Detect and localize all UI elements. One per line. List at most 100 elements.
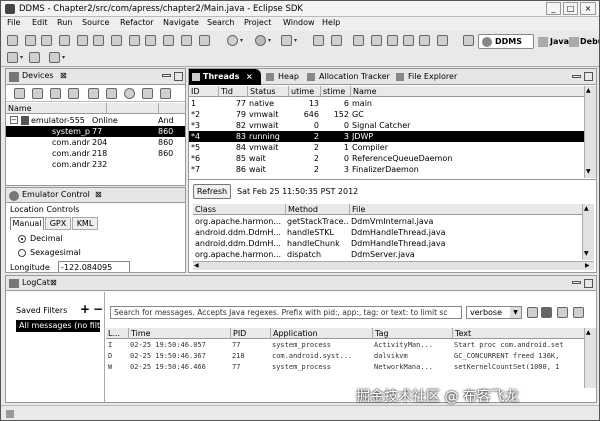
new-class-icon[interactable] <box>145 35 156 46</box>
stop-process-icon[interactable] <box>124 88 135 99</box>
col-tid[interactable]: Tid <box>218 86 247 97</box>
allocation-tracker-tab[interactable]: Allocation Tracker <box>319 70 390 84</box>
stack-row[interactable]: android.ddm.DdmH... handleSTKL DdmHandleTh… <box>193 227 582 238</box>
forward-icon[interactable] <box>49 52 60 63</box>
logcat-minimize-icon[interactable] <box>572 281 581 284</box>
devices-col-name[interactable]: Name <box>6 103 106 114</box>
threads-scroll-down-icon[interactable]: ▼ <box>586 168 591 175</box>
menu-source[interactable]: Source <box>82 18 109 27</box>
tab-manual[interactable]: Manual <box>10 217 44 230</box>
devices-col-2[interactable] <box>106 103 158 114</box>
sexagesimal-radio[interactable] <box>18 249 26 257</box>
menu-edit[interactable]: Edit <box>32 18 48 27</box>
save-icon[interactable] <box>25 35 36 46</box>
external-tools-dropdown-icon[interactable]: ▾ <box>294 37 299 45</box>
devices-close-icon[interactable]: ⊠ <box>60 69 67 83</box>
devices-col-3[interactable] <box>158 103 185 114</box>
method-profiling-icon[interactable] <box>106 88 117 99</box>
process-row-selected[interactable]: system_p 77 860 <box>6 126 185 137</box>
new-icon[interactable] <box>7 35 18 46</box>
toggle-icon[interactable] <box>437 35 448 46</box>
menu-file[interactable]: File <box>7 18 20 27</box>
print-icon[interactable] <box>41 35 52 46</box>
back-dropdown-icon[interactable]: ▾ <box>20 54 25 62</box>
screen-capture-icon[interactable] <box>142 88 153 99</box>
menu-run[interactable]: Run <box>57 18 72 27</box>
thread-row[interactable]: *5 84 vmwait 2 1 Compiler <box>189 142 584 153</box>
device-row[interactable]: − emulator-555 Online And <box>6 115 185 126</box>
thread-row[interactable]: *2 79 vmwait 646 152 GC <box>189 109 584 120</box>
menu-search[interactable]: Search <box>207 18 234 27</box>
open-perspective-icon[interactable] <box>463 35 474 46</box>
avd-icon[interactable] <box>93 35 104 46</box>
run-dropdown-icon[interactable]: ▾ <box>268 37 273 45</box>
devices-tab[interactable]: Devices <box>22 69 54 83</box>
thread-row[interactable]: *6 85 wait 2 0 ReferenceQueueDaemon <box>189 153 584 164</box>
external-tools-icon[interactable] <box>281 35 292 46</box>
threads-scrollbar[interactable]: ▲ ▼ <box>584 86 596 178</box>
stack-row[interactable]: android.ddm.DdmH... handleChunk DdmHandleT… <box>193 238 582 249</box>
col-level[interactable]: L... <box>106 328 128 339</box>
logcat-scroll-up-icon[interactable]: ▲ <box>586 329 591 336</box>
stack-scroll-down-icon[interactable]: ▼ <box>584 250 589 257</box>
menu-navigate[interactable]: Navigate <box>163 18 199 27</box>
log-level-dropdown-icon[interactable]: ▼ <box>510 307 521 318</box>
new-project-icon[interactable] <box>129 35 140 46</box>
col-name[interactable]: Name <box>350 86 584 97</box>
col-status[interactable]: Status <box>247 86 288 97</box>
cause-gc-icon[interactable] <box>68 88 79 99</box>
run-icon[interactable] <box>255 35 266 46</box>
menu-refactor[interactable]: Refactor <box>120 18 154 27</box>
col-utime[interactable]: utime <box>288 86 320 97</box>
logcat-close-icon[interactable]: ⊠ <box>50 276 57 290</box>
pin-icon[interactable] <box>313 35 324 46</box>
thread-row[interactable]: *3 82 vmwait 0 0 Signal Catcher <box>189 120 584 131</box>
col-method[interactable]: Method <box>285 204 349 215</box>
col-file[interactable]: File <box>349 204 582 215</box>
stack-scroll-right-icon[interactable]: ▶ <box>585 262 590 269</box>
logcat-search-input[interactable]: Search for messages. Accepts Java regexe… <box>110 306 462 319</box>
log-row[interactable]: I 02-25 19:50:46.057 77 system_process Activ… <box>106 340 584 351</box>
refresh-button[interactable]: Refresh <box>193 184 231 199</box>
scroll-lock-icon[interactable] <box>573 307 584 318</box>
update-threads-icon[interactable] <box>88 88 99 99</box>
col-pid[interactable]: PID <box>230 328 270 339</box>
thread-row[interactable]: 1 77 native 13 6 main <box>189 98 584 109</box>
col-time[interactable]: Time <box>128 328 230 339</box>
log-level-select[interactable]: verbose ▼ <box>466 306 522 319</box>
menu-window[interactable]: Window <box>283 18 315 27</box>
close-button[interactable]: × <box>580 2 596 15</box>
device-expand-icon[interactable]: − <box>10 116 18 124</box>
search-icon[interactable] <box>199 35 210 46</box>
dump-hprof-icon[interactable] <box>50 88 61 99</box>
col-tag[interactable]: Tag <box>372 328 452 339</box>
logcat-scrollbar[interactable]: ▲ <box>584 328 596 388</box>
threads-maximize-icon[interactable] <box>584 72 593 81</box>
emulator-control-tab[interactable]: Emulator Control <box>22 188 90 202</box>
perspective-debug[interactable]: Debu <box>580 37 599 46</box>
save-log-icon[interactable] <box>527 307 538 318</box>
logcat-tab[interactable]: LogCat <box>22 276 50 290</box>
debug-process-icon[interactable] <box>14 88 25 99</box>
file-explorer-tab[interactable]: File Explorer <box>408 70 457 84</box>
process-row[interactable]: com.andr 218 860 <box>6 148 185 159</box>
threads-close-icon[interactable]: × <box>246 70 253 84</box>
emulator-control-close-icon[interactable]: ⊠ <box>95 188 102 202</box>
reset-adb-icon[interactable] <box>160 88 171 99</box>
next-annotation-icon[interactable] <box>387 35 398 46</box>
brush-icon[interactable] <box>331 35 342 46</box>
thread-row[interactable]: *4 83 running 2 3 JDWP <box>189 131 584 142</box>
devices-minimize-icon[interactable] <box>162 74 171 77</box>
thread-row[interactable]: *7 86 wait 2 3 FinalizerDaemon <box>189 164 584 175</box>
back-icon[interactable] <box>29 52 40 63</box>
col-application[interactable]: Application <box>270 328 372 339</box>
col-stime[interactable]: stime <box>320 86 350 97</box>
update-heap-icon[interactable] <box>32 88 43 99</box>
maximize-button[interactable]: □ <box>563 2 578 15</box>
stack-hscrollbar[interactable]: ◀ ▶ <box>193 261 594 270</box>
pin-editor-icon[interactable] <box>419 35 430 46</box>
threads-minimize-icon[interactable] <box>572 75 581 78</box>
forward-dropdown-icon[interactable]: ▾ <box>62 54 67 62</box>
task-icon[interactable] <box>371 35 382 46</box>
debug-icon[interactable] <box>227 35 238 46</box>
